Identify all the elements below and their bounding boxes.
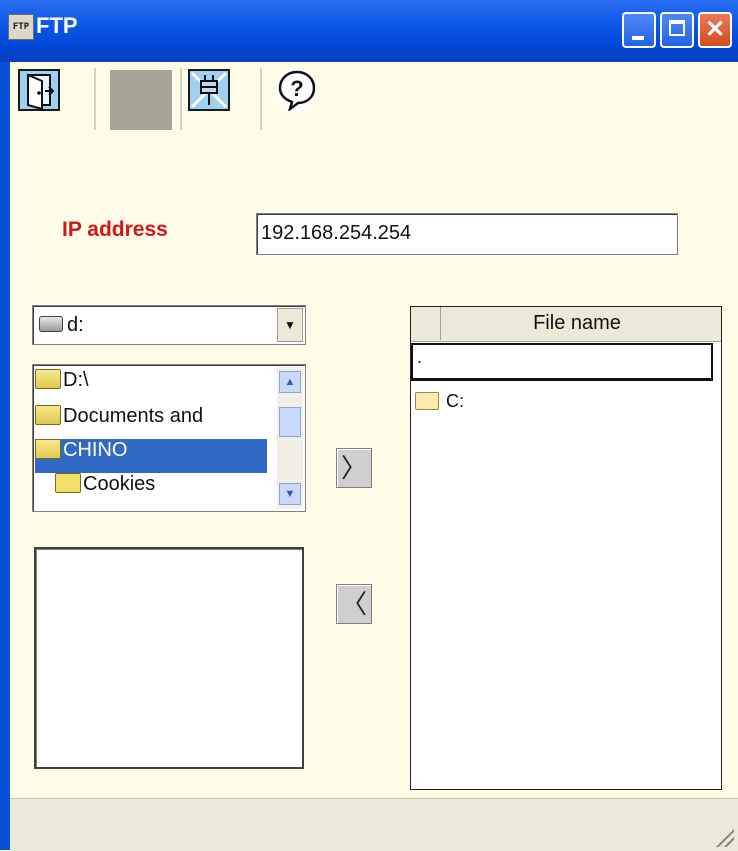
directory-item[interactable]: D:\ — [35, 369, 267, 403]
drive-select[interactable]: d: ▼ — [32, 305, 306, 345]
open-folder-icon — [35, 405, 61, 425]
directory-label: Documents and — [63, 405, 204, 427]
toolbar: ? — [10, 62, 738, 136]
status-bar — [10, 798, 738, 851]
local-file-list[interactable] — [34, 547, 304, 769]
upload-button[interactable]: 〉 — [336, 448, 372, 488]
directory-item[interactable]: Cookies — [55, 473, 267, 507]
remote-file-list[interactable]: File name . C: — [410, 306, 722, 790]
open-folder-icon — [35, 439, 61, 459]
client-area: ? IP address 192.168.254.254 d: ▼ D:\ Do… — [10, 62, 738, 851]
directory-label: Cookies — [83, 473, 156, 495]
directory-list[interactable]: D:\ Documents and CHINO Cookies ▲ ▼ — [32, 364, 306, 512]
drive-label: d: — [67, 314, 84, 336]
open-folder-icon — [35, 369, 61, 389]
folder-icon — [55, 473, 81, 493]
file-name-column-header[interactable]: File name — [441, 307, 713, 340]
minimize-button[interactable] — [622, 12, 656, 48]
help-button[interactable]: ? — [276, 69, 318, 113]
exit-door-icon — [27, 73, 55, 111]
scroll-down-icon[interactable]: ▼ — [279, 483, 301, 505]
ftp-window: FTP FTP ✕ ? IP address 192.168.254.254 d… — [0, 0, 738, 851]
remote-item-label: C: — [446, 391, 465, 411]
help-glyph: ? — [290, 76, 303, 101]
dropdown-arrow-icon[interactable]: ▼ — [277, 308, 303, 342]
header-corner — [411, 307, 441, 340]
directory-scrollbar[interactable]: ▲ ▼ — [277, 367, 303, 509]
disabled-toolbar-button[interactable] — [110, 70, 172, 130]
remote-list-item[interactable]: C: — [415, 391, 464, 412]
ip-address-input[interactable]: 192.168.254.254 — [256, 213, 678, 255]
maximize-button[interactable] — [660, 12, 694, 48]
plug-disconnect-icon — [190, 71, 228, 109]
ip-address-label: IP address — [62, 218, 168, 241]
directory-label: CHINO — [63, 439, 128, 461]
directory-label: D:\ — [63, 369, 89, 391]
toolbar-separator — [94, 68, 97, 130]
exit-button[interactable] — [18, 69, 60, 111]
window-title: FTP — [36, 13, 78, 38]
app-icon: FTP — [8, 14, 34, 40]
scroll-thumb[interactable] — [279, 407, 301, 437]
directory-item-selected[interactable]: CHINO — [35, 439, 267, 473]
folder-icon — [415, 392, 439, 410]
remote-list-header: File name — [411, 307, 721, 342]
toolbar-separator — [260, 68, 263, 130]
disconnect-button[interactable] — [188, 69, 230, 111]
title-bar[interactable]: FTP FTP ✕ — [0, 0, 738, 62]
help-icon: ? — [278, 70, 316, 113]
close-icon: ✕ — [704, 16, 726, 43]
download-button[interactable]: 〈 — [336, 584, 372, 624]
toolbar-separator — [180, 68, 183, 130]
scroll-up-icon[interactable]: ▲ — [279, 371, 301, 393]
drive-icon — [39, 316, 63, 332]
remote-path-input[interactable]: . — [411, 343, 713, 381]
close-button[interactable]: ✕ — [698, 12, 732, 48]
directory-item[interactable]: Documents and — [35, 405, 267, 439]
resize-grip-icon[interactable] — [716, 829, 734, 847]
